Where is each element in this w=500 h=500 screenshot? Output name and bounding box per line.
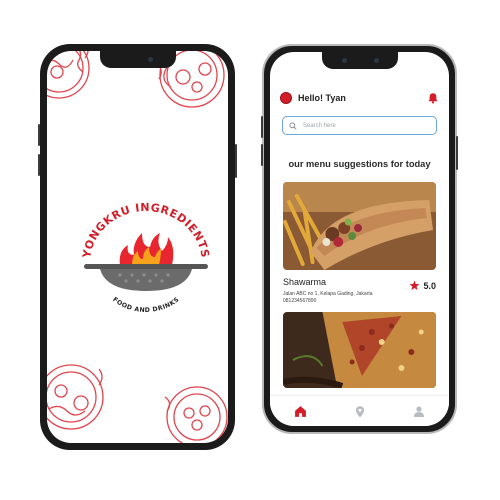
volume-up-button xyxy=(261,116,263,138)
avatar[interactable] xyxy=(280,92,292,104)
dish-address: Jalan ABC no 1, Kelapa Gading, Jakarta 0… xyxy=(283,291,373,305)
home-screen: Hello! Tyan Search here our menu suggest… xyxy=(270,52,449,426)
section-title: our menu suggestions for today xyxy=(288,159,431,169)
location-pin-icon[interactable] xyxy=(354,405,366,418)
power-button xyxy=(235,144,237,178)
right-phone-frame: Hello! Tyan Search here our menu suggest… xyxy=(261,44,458,434)
app-header: Hello! Tyan xyxy=(280,89,439,107)
power-button xyxy=(456,136,458,170)
greeting-text: Hello! Tyan xyxy=(298,93,346,103)
notch xyxy=(321,52,398,69)
splash-screen: YONGKRU INGREDIENTS FOOD AND DRINKS xyxy=(47,51,228,443)
wok-icon xyxy=(84,264,208,291)
rating: 5.0 xyxy=(409,280,436,291)
rating-value: 5.0 xyxy=(423,280,436,291)
bottom-nav xyxy=(270,396,449,426)
dish-phone: 081234567890 xyxy=(283,298,317,304)
volume-down-button xyxy=(261,144,263,166)
volume-up-button xyxy=(38,124,40,146)
bell-icon[interactable] xyxy=(427,92,439,104)
shawarma-image[interactable] xyxy=(283,182,436,270)
pizza-image[interactable] xyxy=(283,312,436,388)
brand-logo: YONGKRU INGREDIENTS FOOD AND DRINKS xyxy=(80,201,212,321)
food-doodle-top-left xyxy=(47,51,90,99)
left-phone-frame: YONGKRU INGREDIENTS FOOD AND DRINKS xyxy=(38,44,237,450)
food-doodle-bottom-left xyxy=(47,364,104,430)
front-camera xyxy=(373,58,379,63)
dish-address-line: Jalan ABC no 1, Kelapa Gading, Jakarta xyxy=(283,291,373,297)
user-icon[interactable] xyxy=(413,405,425,418)
front-sensor xyxy=(341,58,347,63)
home-icon[interactable] xyxy=(294,405,307,418)
notch xyxy=(99,51,176,68)
search-placeholder: Search here xyxy=(303,122,336,129)
logo-brand-text-bottom: FOOD AND DRINKS xyxy=(111,296,180,314)
volume-down-button xyxy=(38,154,40,176)
front-camera xyxy=(147,57,153,62)
search-icon xyxy=(289,121,297,130)
dish-name[interactable]: Shawarma xyxy=(283,277,326,287)
flame-icon xyxy=(119,233,174,265)
star-icon xyxy=(410,280,420,291)
search-input[interactable]: Search here xyxy=(282,116,437,135)
food-doodle-bottom-right xyxy=(164,386,228,443)
